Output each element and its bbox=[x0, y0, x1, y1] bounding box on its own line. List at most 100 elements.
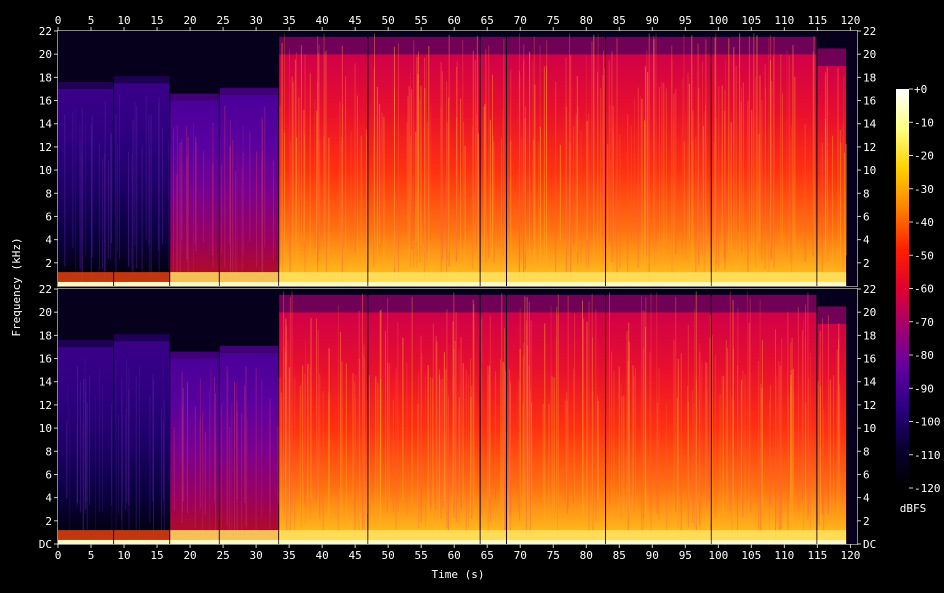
spectral-streak bbox=[443, 352, 445, 501]
spectral-streak bbox=[502, 361, 504, 535]
spectral-streak bbox=[724, 89, 726, 270]
spectral-streak bbox=[458, 349, 460, 524]
x-tick-label: 55 bbox=[415, 549, 428, 562]
y-tick-label: 10 bbox=[863, 164, 876, 177]
colorbar-tick-label: -50 bbox=[914, 249, 934, 262]
x-axis-label: Time (s) bbox=[432, 568, 485, 581]
x-tick-label: 5 bbox=[88, 14, 95, 27]
colorbar-tick-label: -70 bbox=[914, 316, 934, 329]
spectral-streak bbox=[324, 51, 326, 269]
spectral-streak bbox=[747, 100, 749, 274]
spectral-streak bbox=[416, 54, 418, 269]
spectral-streak bbox=[706, 389, 708, 499]
spectral-streak bbox=[375, 376, 377, 518]
spectral-streak bbox=[383, 116, 385, 277]
spectral-streak bbox=[406, 122, 408, 246]
spectral-streak bbox=[680, 352, 682, 538]
x-tick-label: 55 bbox=[415, 14, 428, 27]
spectral-streak bbox=[148, 115, 150, 245]
y-tick-label: 22 bbox=[39, 25, 52, 38]
spectral-streak bbox=[755, 76, 757, 268]
dc-band bbox=[58, 281, 114, 286]
spectral-streak bbox=[304, 374, 306, 506]
spectral-streak bbox=[65, 421, 67, 499]
spectral-streak bbox=[289, 297, 291, 533]
channel-1-plot bbox=[58, 31, 857, 286]
spectral-streak bbox=[733, 61, 735, 250]
spectral-streak bbox=[608, 60, 610, 243]
spectral-streak bbox=[149, 395, 151, 523]
spectral-streak bbox=[362, 293, 364, 534]
spectral-streak bbox=[836, 349, 838, 517]
spectral-streak bbox=[280, 392, 282, 514]
y-tick-label: 16 bbox=[39, 353, 52, 366]
x-tick-label: 20 bbox=[183, 14, 196, 27]
spectral-streak bbox=[779, 365, 781, 533]
spectral-streak bbox=[309, 365, 311, 519]
spectral-streak bbox=[229, 426, 231, 544]
spectral-streak bbox=[673, 93, 675, 273]
spectral-streak bbox=[711, 335, 713, 539]
x-tick-label: 30 bbox=[249, 14, 262, 27]
spectral-streak bbox=[809, 353, 811, 532]
y-tick-label: 14 bbox=[863, 376, 877, 389]
segment-fringe bbox=[507, 36, 606, 55]
dc-band bbox=[279, 281, 368, 286]
y-tick-label: 2 bbox=[863, 257, 870, 270]
spectral-streak bbox=[829, 379, 831, 515]
spectral-streak bbox=[832, 135, 834, 280]
spectral-streak bbox=[702, 125, 704, 254]
x-tick-label: 100 bbox=[708, 549, 728, 562]
spectral-streak bbox=[714, 354, 716, 519]
spectral-streak bbox=[460, 337, 462, 510]
spectral-streak bbox=[202, 411, 204, 541]
y-tick-label: 20 bbox=[39, 306, 52, 319]
spectral-streak bbox=[67, 383, 69, 498]
spectral-streak bbox=[729, 291, 731, 511]
dc-band bbox=[507, 281, 606, 286]
spectral-streak bbox=[758, 360, 760, 533]
x-tick-label: 65 bbox=[481, 14, 494, 27]
spectral-streak bbox=[495, 371, 497, 499]
spectral-streak bbox=[802, 330, 804, 501]
x-tick-label: 110 bbox=[774, 14, 794, 27]
spectral-streak bbox=[368, 375, 370, 504]
spectral-streak bbox=[454, 340, 456, 522]
spectral-streak bbox=[310, 318, 312, 500]
spectrogram-segment bbox=[711, 54, 817, 286]
x-tick-label: 120 bbox=[840, 549, 860, 562]
spectral-streak bbox=[161, 127, 163, 245]
spectral-streak bbox=[316, 318, 318, 500]
spectral-streak bbox=[530, 320, 532, 501]
spectral-streak bbox=[521, 139, 523, 259]
spectral-streak bbox=[136, 106, 138, 269]
y-axis-label: Frequency (kHz) bbox=[10, 237, 23, 336]
spectral-streak bbox=[388, 363, 390, 544]
spectral-streak bbox=[731, 398, 733, 540]
spectral-streak bbox=[797, 306, 799, 512]
spectral-streak bbox=[387, 298, 389, 513]
spectral-streak bbox=[103, 153, 105, 282]
spectral-streak bbox=[761, 388, 763, 527]
spectral-streak bbox=[775, 329, 777, 542]
spectral-streak bbox=[75, 108, 77, 286]
x-tick-label: 80 bbox=[580, 549, 593, 562]
spectral-streak bbox=[420, 85, 422, 246]
spectral-streak bbox=[379, 104, 381, 245]
spectral-streak bbox=[381, 113, 383, 241]
spectral-streak bbox=[776, 376, 778, 523]
spectral-streak bbox=[845, 144, 847, 256]
spectral-streak bbox=[446, 309, 448, 529]
spectral-streak bbox=[557, 294, 559, 533]
y-tick-label: 6 bbox=[863, 468, 870, 481]
spectral-streak bbox=[525, 320, 527, 537]
spectral-streak bbox=[90, 124, 92, 274]
spectral-streak bbox=[199, 418, 201, 514]
segment-fringe bbox=[279, 36, 368, 55]
y-tick-label: DC bbox=[863, 538, 876, 551]
spectral-streak bbox=[611, 51, 613, 263]
segment-fringe bbox=[219, 345, 279, 353]
y-tick-label: 18 bbox=[863, 71, 876, 84]
spectral-streak bbox=[110, 133, 112, 260]
x-tick-label: 35 bbox=[282, 549, 295, 562]
